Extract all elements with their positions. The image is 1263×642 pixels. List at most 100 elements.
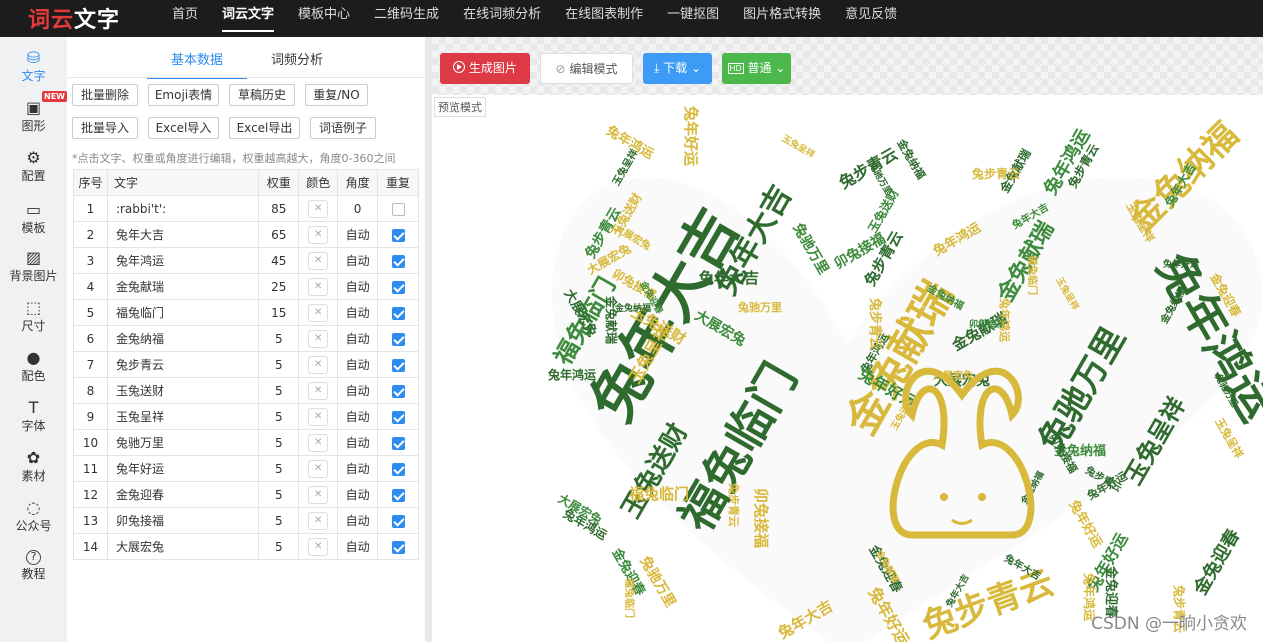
word-cloud-canvas[interactable]: 兔年大吉 兔年鸿运金兔献瑞福兔临门 兔驰万里金兔纳福兔步青云兔年大吉玉兔送财福兔临门… xyxy=(432,95,1263,642)
color-cell[interactable]: ✕ xyxy=(298,455,339,482)
color-cell[interactable]: ✕ xyxy=(298,247,339,274)
weight-cell[interactable]: 65 xyxy=(258,221,300,248)
sidebar-item-9[interactable]: ◌ 公众号 xyxy=(0,499,67,534)
repeat-cell[interactable] xyxy=(377,221,419,248)
quality-select[interactable]: HD 普通 ⌄ xyxy=(722,53,791,84)
word-cell[interactable]: 金兔迎春 xyxy=(106,481,260,508)
nav-item-4[interactable]: 在线词频分析 xyxy=(451,0,553,37)
repeat-checkbox[interactable] xyxy=(391,202,405,216)
repeat-cell[interactable] xyxy=(377,273,419,300)
weight-cell[interactable]: 15 xyxy=(258,299,300,326)
word-cell[interactable]: 兔驰万里 xyxy=(106,429,260,456)
repeat-checkbox[interactable] xyxy=(391,280,405,294)
angle-cell[interactable]: 自动 xyxy=(337,403,379,430)
color-cell[interactable]: ✕ xyxy=(298,403,339,430)
nav-item-6[interactable]: 一键抠图 xyxy=(655,0,731,37)
weight-cell[interactable]: 5 xyxy=(258,325,300,352)
repeat-checkbox[interactable] xyxy=(391,462,405,476)
repeat-toggle-button[interactable]: 重复/NO xyxy=(305,84,368,106)
weight-cell[interactable]: 5 xyxy=(258,403,300,430)
repeat-checkbox[interactable] xyxy=(391,514,405,528)
table-row[interactable]: 12 金兔迎春 5 ✕ 自动 xyxy=(73,481,419,508)
color-cell[interactable]: ✕ xyxy=(298,533,339,560)
table-row[interactable]: 8 玉兔送财 5 ✕ 自动 xyxy=(73,377,419,404)
nav-item-5[interactable]: 在线图表制作 xyxy=(553,0,655,37)
nav-item-3[interactable]: 二维码生成 xyxy=(362,0,451,37)
table-row[interactable]: 5 福兔临门 15 ✕ 自动 xyxy=(73,299,419,326)
excel-import-button[interactable]: Excel导入 xyxy=(148,117,219,139)
weight-cell[interactable]: 5 xyxy=(258,507,300,534)
sidebar-item-7[interactable]: T 字体 xyxy=(0,399,67,434)
nav-item-8[interactable]: 意见反馈 xyxy=(833,0,909,37)
color-picker[interactable]: ✕ xyxy=(308,511,329,530)
repeat-cell[interactable] xyxy=(377,403,419,430)
color-picker[interactable]: ✕ xyxy=(308,277,329,296)
table-row[interactable]: 9 玉兔呈祥 5 ✕ 自动 xyxy=(73,403,419,430)
table-row[interactable]: 10 兔驰万里 5 ✕ 自动 xyxy=(73,429,419,456)
color-cell[interactable]: ✕ xyxy=(298,351,339,378)
angle-cell[interactable]: 自动 xyxy=(337,351,379,378)
repeat-cell[interactable] xyxy=(377,377,419,404)
repeat-cell[interactable] xyxy=(377,195,419,222)
sidebar-item-4[interactable]: ▨ 背景图片 xyxy=(0,249,67,284)
weight-cell[interactable]: 25 xyxy=(258,273,300,300)
color-picker[interactable]: ✕ xyxy=(308,199,329,218)
repeat-cell[interactable] xyxy=(377,481,419,508)
table-row[interactable]: 3 兔年鸿运 45 ✕ 自动 xyxy=(73,247,419,274)
nav-item-1[interactable]: 词云文字 xyxy=(210,0,286,37)
angle-cell[interactable]: 自动 xyxy=(337,507,379,534)
color-cell[interactable]: ✕ xyxy=(298,507,339,534)
sidebar-item-3[interactable]: ▭ 模板 xyxy=(0,201,67,236)
nav-item-2[interactable]: 模板中心 xyxy=(286,0,362,37)
color-cell[interactable]: ✕ xyxy=(298,221,339,248)
generate-image-button[interactable]: 生成图片 xyxy=(440,53,530,84)
angle-cell[interactable]: 自动 xyxy=(337,455,379,482)
batch-delete-button[interactable]: 批量删除 xyxy=(72,84,138,106)
sidebar-item-2[interactable]: ⚙ 配置 xyxy=(0,149,67,184)
word-cell[interactable]: 兔年大吉 xyxy=(106,221,260,248)
sidebar-item-0[interactable]: ⛁ 文字 xyxy=(0,49,67,84)
color-picker[interactable]: ✕ xyxy=(308,329,329,348)
repeat-cell[interactable] xyxy=(377,299,419,326)
table-row[interactable]: 7 兔步青云 5 ✕ 自动 xyxy=(73,351,419,378)
angle-cell[interactable]: 自动 xyxy=(337,221,379,248)
table-row[interactable]: 14 大展宏兔 5 ✕ 自动 xyxy=(73,533,419,560)
word-cell[interactable]: 大展宏兔 xyxy=(106,533,260,560)
color-picker[interactable]: ✕ xyxy=(308,225,329,244)
word-cell[interactable]: :rabbi't': xyxy=(106,195,260,222)
angle-cell[interactable]: 自动 xyxy=(337,299,379,326)
color-cell[interactable]: ✕ xyxy=(298,325,339,352)
word-cell[interactable]: 金兔纳福 xyxy=(106,325,260,352)
weight-cell[interactable]: 5 xyxy=(258,351,300,378)
download-button[interactable]: ⤓ 下载 ⌄ xyxy=(643,53,712,84)
angle-cell[interactable]: 自动 xyxy=(337,247,379,274)
color-cell[interactable]: ✕ xyxy=(298,481,339,508)
word-cell[interactable]: 玉兔呈祥 xyxy=(106,403,260,430)
word-cell[interactable]: 兔步青云 xyxy=(106,351,260,378)
weight-cell[interactable]: 5 xyxy=(258,429,300,456)
weight-cell[interactable]: 5 xyxy=(258,377,300,404)
repeat-checkbox[interactable] xyxy=(391,488,405,502)
weight-cell[interactable]: 5 xyxy=(258,481,300,508)
table-row[interactable]: 11 兔年好运 5 ✕ 自动 xyxy=(73,455,419,482)
angle-cell[interactable]: 0 xyxy=(337,195,379,222)
word-cell[interactable]: 玉兔送财 xyxy=(106,377,260,404)
color-picker[interactable]: ✕ xyxy=(308,485,329,504)
color-picker[interactable]: ✕ xyxy=(308,537,329,556)
emoji-button[interactable]: Emoji表情 xyxy=(148,84,219,106)
color-cell[interactable]: ✕ xyxy=(298,195,339,222)
color-picker[interactable]: ✕ xyxy=(308,355,329,374)
nav-item-0[interactable]: 首页 xyxy=(160,0,210,37)
repeat-checkbox[interactable] xyxy=(391,358,405,372)
color-cell[interactable]: ✕ xyxy=(298,299,339,326)
angle-cell[interactable]: 自动 xyxy=(337,481,379,508)
word-cell[interactable]: 兔年好运 xyxy=(106,455,260,482)
color-picker[interactable]: ✕ xyxy=(308,433,329,452)
word-cell[interactable]: 金兔献瑞 xyxy=(106,273,260,300)
repeat-checkbox[interactable] xyxy=(391,436,405,450)
repeat-cell[interactable] xyxy=(377,429,419,456)
repeat-cell[interactable] xyxy=(377,247,419,274)
draft-history-button[interactable]: 草稿历史 xyxy=(229,84,295,106)
repeat-cell[interactable] xyxy=(377,507,419,534)
color-picker[interactable]: ✕ xyxy=(308,381,329,400)
